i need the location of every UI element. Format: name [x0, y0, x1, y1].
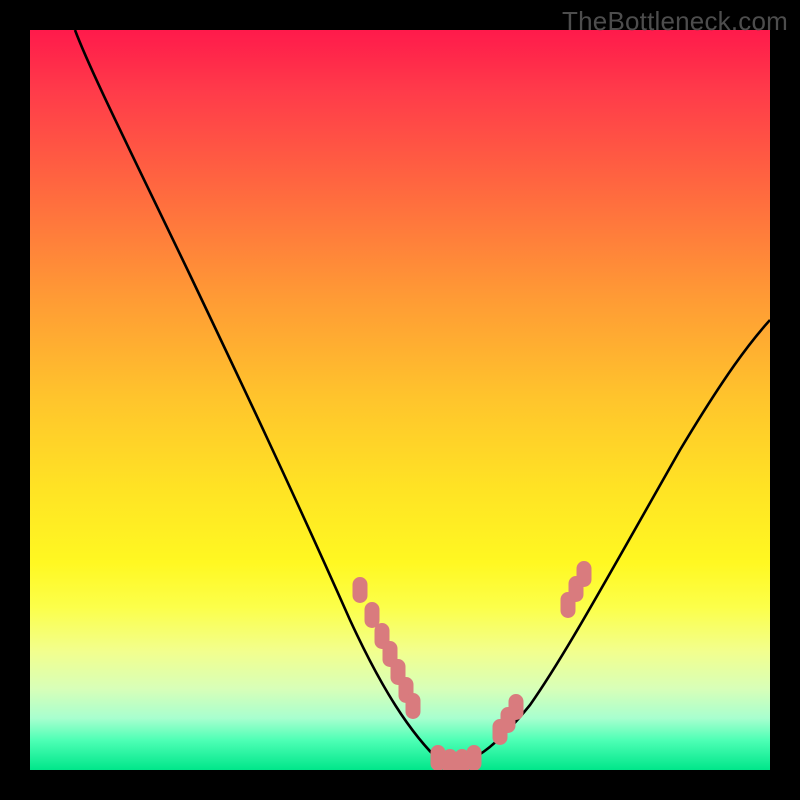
bottleneck-curve: [75, 30, 770, 766]
marker-dot: [509, 694, 524, 720]
marker-dot: [577, 561, 592, 587]
marker-dot: [467, 745, 482, 770]
watermark-text: TheBottleneck.com: [562, 6, 788, 37]
chart-svg: [30, 30, 770, 770]
chart-plot-area: [30, 30, 770, 770]
marker-dot: [406, 693, 421, 719]
marker-dot: [353, 577, 368, 603]
marker-dot: [365, 602, 380, 628]
chart-frame: TheBottleneck.com: [0, 0, 800, 800]
